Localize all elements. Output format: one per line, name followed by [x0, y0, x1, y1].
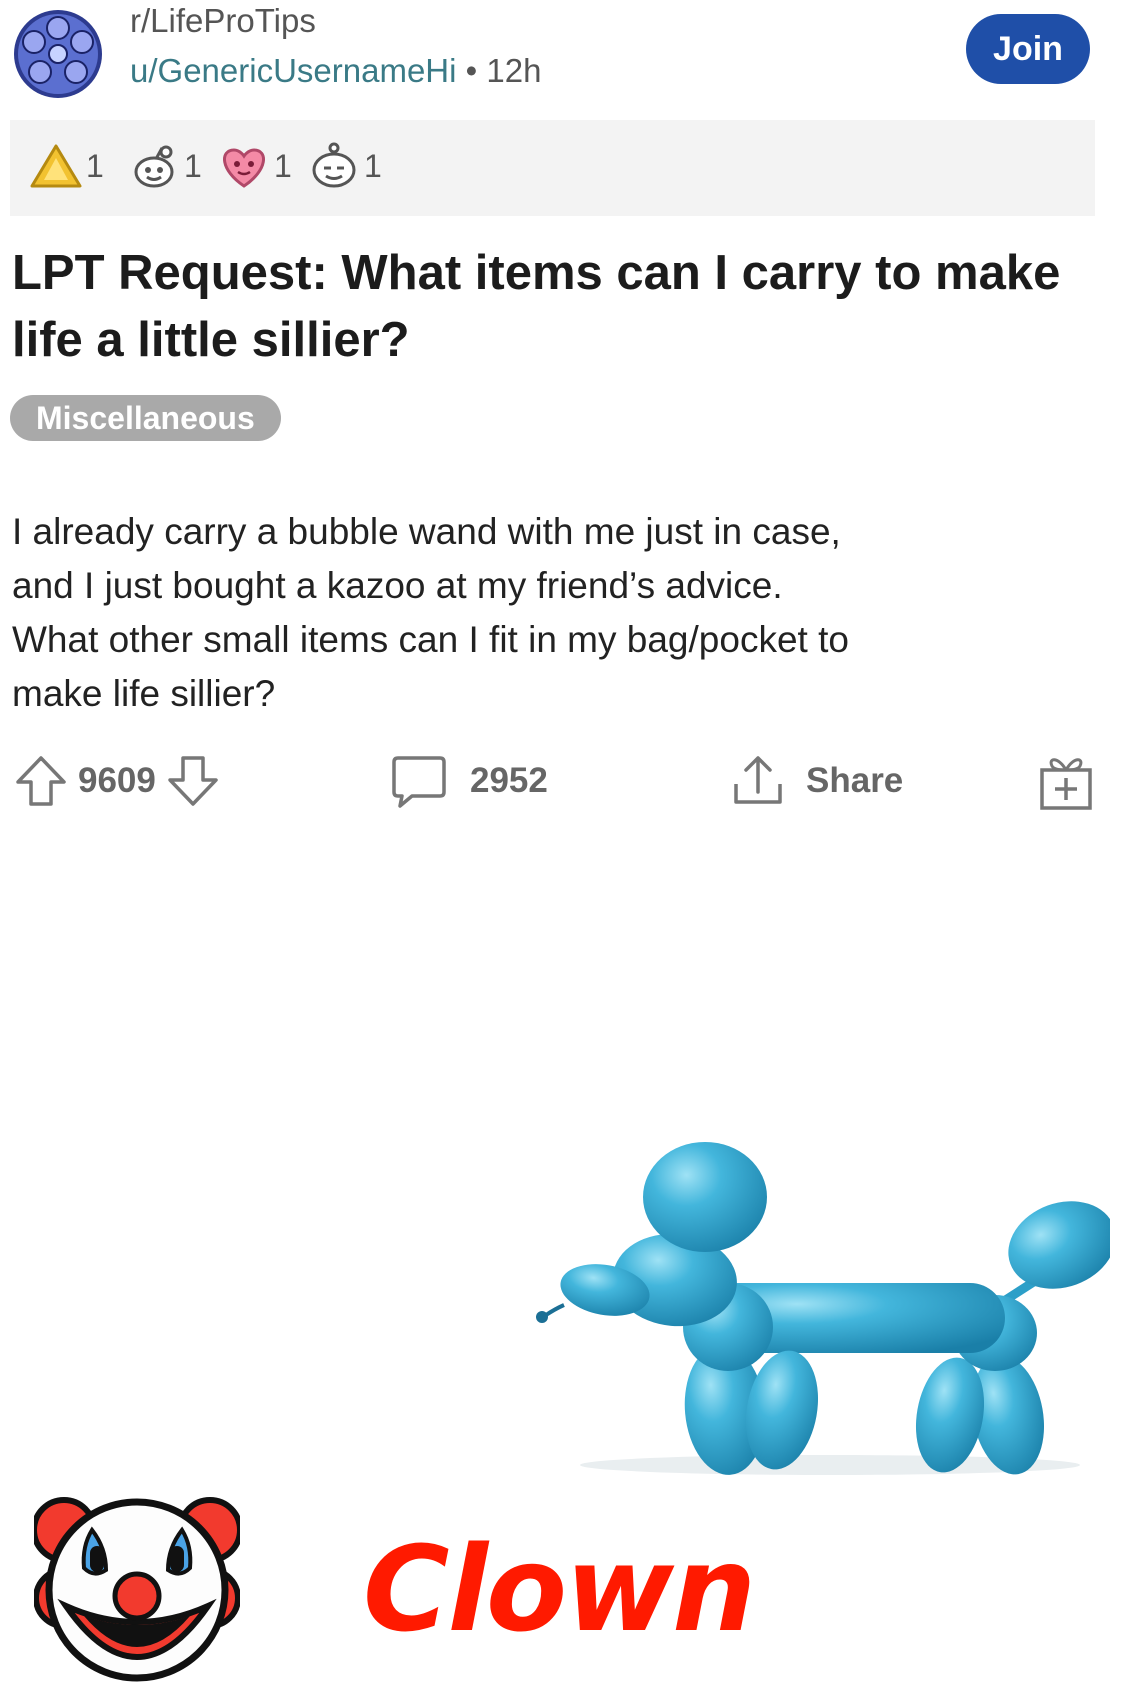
post-title[interactable]: LPT Request: What items can I carry to m…	[12, 240, 1092, 374]
gold-triangle-award-icon	[30, 144, 82, 188]
award-count: 1	[184, 147, 202, 184]
vote-group: 9609	[12, 752, 222, 810]
snoo-award-icon	[134, 145, 174, 188]
post-age: 12h	[486, 52, 542, 89]
downvote-arrow-icon[interactable]	[164, 752, 222, 810]
share-button[interactable]: Share	[728, 752, 903, 810]
award-count: 1	[86, 147, 104, 184]
comments-button[interactable]: 2952	[388, 752, 548, 810]
award-item[interactable]: 1	[216, 142, 292, 190]
snoo-face-award-icon	[312, 142, 356, 188]
heart-eyes-award-icon	[223, 148, 265, 188]
subreddit-name[interactable]: r/LifeProTips	[130, 2, 316, 40]
post-flair[interactable]: Miscellaneous	[10, 395, 281, 441]
clown-face-icon	[34, 1497, 240, 1682]
award-count: 1	[364, 147, 382, 184]
award-gift-icon[interactable]	[1036, 750, 1096, 812]
subreddit-avatar[interactable]	[12, 8, 104, 100]
join-button[interactable]: Join	[966, 14, 1090, 84]
award-item[interactable]: 1	[126, 142, 202, 190]
share-label: Share	[806, 761, 904, 800]
award-item[interactable]: 1	[28, 142, 104, 190]
upvote-arrow-icon[interactable]	[12, 752, 70, 810]
comment-bubble-icon	[392, 756, 446, 808]
balloon-dog-image	[536, 1142, 1110, 1475]
meta-separator: •	[456, 52, 487, 89]
post-body-line: I already carry a bubble wand with me ju…	[12, 511, 841, 552]
award-item[interactable]: 1	[306, 142, 382, 190]
post-meta: u/GenericUsernameHi • 12h	[130, 52, 541, 90]
vote-count: 9609	[78, 761, 156, 800]
awards-bar[interactable]: 1 1 1 1	[10, 120, 1095, 216]
share-icon	[734, 756, 782, 804]
award-count: 1	[274, 147, 292, 184]
post-body: I already carry a bubble wand with me ju…	[12, 505, 1102, 721]
post-body-line: make life sillier?	[12, 673, 276, 714]
username-link[interactable]: u/GenericUsernameHi	[130, 52, 456, 89]
comment-count: 2952	[470, 761, 548, 800]
post-body-line: What other small items can I fit in my b…	[12, 619, 849, 660]
post-body-line: and I just bought a kazoo at my friend’s…	[12, 565, 783, 606]
meme-caption: Clown	[363, 1520, 756, 1658]
